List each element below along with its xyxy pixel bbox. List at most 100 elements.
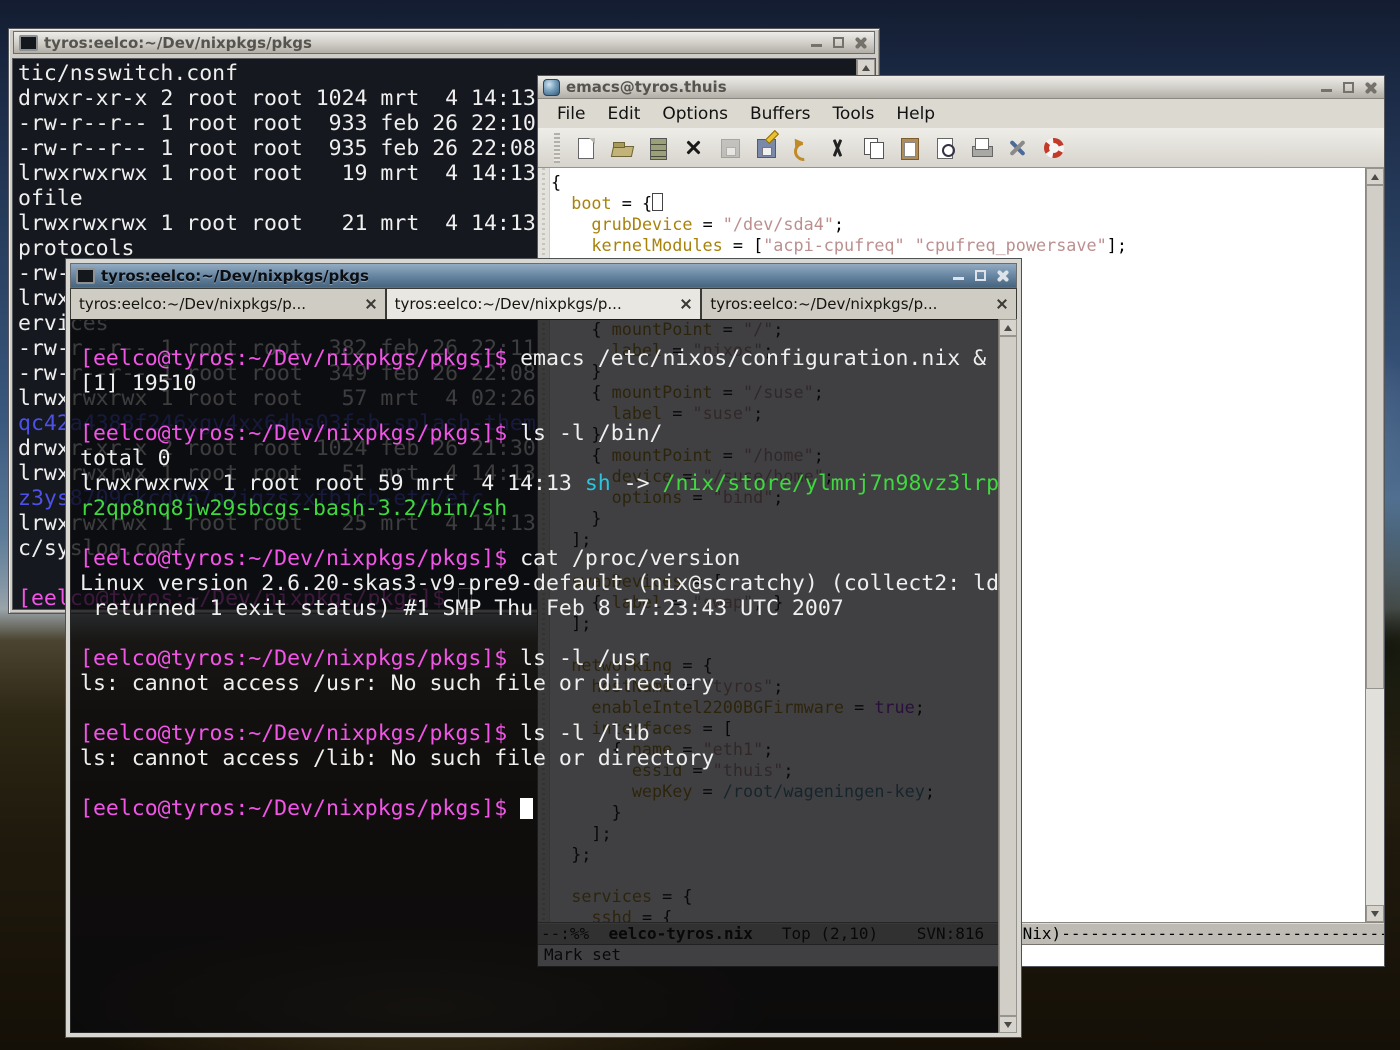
text-segment: ls: cannot access /usr: No such file or … bbox=[80, 671, 714, 696]
open-file-icon[interactable] bbox=[610, 136, 634, 160]
fg-terminal-title: tyros:eelco:~/Dev/nixpkgs/pkgs bbox=[101, 267, 945, 285]
text-segment: [eelco@tyros:~/Dev/nixpkgs/pkgs]$ bbox=[80, 646, 520, 671]
scrollbar-thumb[interactable] bbox=[1366, 185, 1384, 689]
scrollbar-track[interactable] bbox=[1366, 185, 1384, 905]
terminal-line: ls: cannot access /usr: No such file or … bbox=[80, 671, 998, 696]
scroll-up-button[interactable] bbox=[1366, 168, 1384, 185]
terminal-line: { bbox=[551, 172, 1365, 193]
minimize-button[interactable] bbox=[951, 269, 967, 282]
text-segment: lrwxrwxrwx 1 root root 21 mrt 4 14:13 bbox=[18, 211, 536, 236]
arrow-down-icon bbox=[1004, 1022, 1012, 1028]
terminal-line bbox=[80, 621, 998, 646]
help-icon[interactable] bbox=[1042, 136, 1066, 160]
emacs-menubar: FileEditOptionsBuffersToolsHelp bbox=[538, 99, 1384, 128]
text-segment: Linux version 2.6.20-skas3-v9-pre9-defau… bbox=[80, 571, 998, 596]
new-file-icon[interactable] bbox=[574, 136, 598, 160]
maximize-button[interactable] bbox=[831, 36, 847, 49]
text-segment: [eelco@tyros:~/Dev/nixpkgs/pkgs]$ bbox=[80, 346, 520, 371]
emacs-scrollbar[interactable] bbox=[1365, 168, 1384, 922]
scroll-up-button[interactable] bbox=[857, 59, 875, 76]
text-segment: -rw-r--r-- 1 root root 935 feb 26 22:08 bbox=[18, 136, 536, 161]
scroll-down-button[interactable] bbox=[999, 1016, 1017, 1033]
text-segment: "cpufreq_powersave" bbox=[915, 235, 1107, 255]
text-segment bbox=[551, 214, 591, 234]
fg-terminal-lines[interactable]: [eelco@tyros:~/Dev/nixpkgs/pkgs]$ emacs … bbox=[70, 319, 998, 1033]
scroll-up-button[interactable] bbox=[999, 319, 1017, 336]
terminal-line: boot = { bbox=[551, 193, 1365, 214]
terminal-icon[interactable] bbox=[76, 268, 95, 284]
maximize-button[interactable] bbox=[973, 269, 989, 282]
terminal-tab-1[interactable]: tyros:eelco:~/Dev/nixpkgs/p... bbox=[70, 288, 386, 319]
text-segment: -rw-r--r-- 1 root root 933 feb 26 22:10 bbox=[18, 111, 536, 136]
emacs-icon[interactable] bbox=[543, 79, 560, 96]
menu-help[interactable]: Help bbox=[885, 101, 946, 127]
dired-icon[interactable] bbox=[646, 136, 670, 160]
preferences-icon[interactable] bbox=[1006, 136, 1030, 160]
text-segment: ofile bbox=[18, 186, 83, 211]
emacs-toolbar bbox=[538, 128, 1384, 168]
search-icon[interactable] bbox=[934, 136, 958, 160]
terminal-line bbox=[80, 521, 998, 546]
text-segment: [eelco@tyros:~/Dev/nixpkgs/pkgs]$ bbox=[80, 721, 520, 746]
menu-buffers[interactable]: Buffers bbox=[739, 101, 821, 127]
terminal-line bbox=[80, 696, 998, 721]
text-segment: [eelco@tyros:~/Dev/nixpkgs/pkgs]$ bbox=[80, 796, 520, 821]
text-segment: cat /proc/version bbox=[520, 546, 740, 571]
text-segment: sh bbox=[585, 471, 611, 496]
close-button[interactable] bbox=[995, 269, 1011, 282]
text-segment: lrwxrwxrwx 1 root root 19 mrt 4 14:13 bbox=[18, 161, 536, 186]
text-segment: { bbox=[551, 172, 561, 192]
save-icon[interactable] bbox=[718, 136, 742, 160]
undo-icon[interactable] bbox=[790, 136, 814, 160]
text-segment bbox=[551, 235, 591, 255]
emacs-title: emacs@tyros.thuis bbox=[566, 78, 1313, 96]
terminal-tab-3[interactable]: tyros:eelco:~/Dev/nixpkgs/p... bbox=[701, 288, 1017, 319]
minimize-button[interactable] bbox=[809, 36, 825, 49]
tab-close-icon[interactable] bbox=[996, 298, 1008, 310]
scroll-down-button[interactable] bbox=[1366, 905, 1384, 922]
print-icon[interactable] bbox=[970, 136, 994, 160]
arrow-up-icon bbox=[1004, 325, 1012, 331]
text-segment: /nix/store/ylmnj7n98vz3lrp bbox=[663, 471, 999, 496]
close-buffer-icon[interactable] bbox=[682, 136, 706, 160]
text-segment: [eelco@tyros:~/Dev/nixpkgs/pkgs]$ bbox=[80, 421, 520, 446]
save-as-icon[interactable] bbox=[754, 136, 778, 160]
text-cursor bbox=[520, 798, 533, 819]
text-segment: [eelco@tyros:~/Dev/nixpkgs/pkgs]$ bbox=[80, 546, 520, 571]
close-button[interactable] bbox=[1363, 81, 1379, 94]
bg-terminal-titlebar[interactable]: tyros:eelco:~/Dev/nixpkgs/pkgs bbox=[13, 31, 875, 54]
cut-icon[interactable] bbox=[826, 136, 850, 160]
tab-close-icon[interactable] bbox=[680, 298, 692, 310]
close-button[interactable] bbox=[853, 36, 869, 49]
tab-label: tyros:eelco:~/Dev/nixpkgs/p... bbox=[710, 295, 990, 313]
text-segment: r2qp8nq8jw29sbcgs-bash-3.2/bin/sh bbox=[80, 496, 507, 521]
menu-edit[interactable]: Edit bbox=[596, 101, 651, 127]
emacs-titlebar[interactable]: emacs@tyros.thuis bbox=[538, 76, 1384, 99]
text-segment: -> bbox=[611, 471, 663, 496]
minimize-button[interactable] bbox=[1319, 81, 1335, 94]
text-segment: lrwxrwxrwx 1 root root 59 mrt 4 14:13 bbox=[80, 471, 585, 496]
bg-terminal-title: tyros:eelco:~/Dev/nixpkgs/pkgs bbox=[44, 34, 803, 52]
scrollbar-thumb[interactable] bbox=[999, 336, 1017, 1016]
fg-terminal-content: [eelco@tyros:~/Dev/nixpkgs/pkgs]$ emacs … bbox=[70, 319, 1017, 1033]
fg-terminal-titlebar[interactable]: tyros:eelco:~/Dev/nixpkgs/pkgs bbox=[70, 263, 1017, 288]
terminal-line: [eelco@tyros:~/Dev/nixpkgs/pkgs]$ cat /p… bbox=[80, 546, 998, 571]
menu-tools[interactable]: Tools bbox=[821, 101, 885, 127]
text-segment: ls -l /bin/ bbox=[520, 421, 662, 446]
arrow-down-icon bbox=[1371, 911, 1379, 917]
copy-icon[interactable] bbox=[862, 136, 886, 160]
tab-close-icon[interactable] bbox=[365, 298, 377, 310]
paste-icon[interactable] bbox=[898, 136, 922, 160]
pencil-icon bbox=[765, 129, 779, 143]
menu-options[interactable]: Options bbox=[651, 101, 739, 127]
menu-file[interactable]: File bbox=[546, 101, 596, 127]
arrow-up-icon bbox=[1371, 174, 1379, 180]
terminal-line: Linux version 2.6.20-skas3-v9-pre9-defau… bbox=[80, 571, 998, 596]
terminal-tab-2[interactable]: tyros:eelco:~/Dev/nixpkgs/p... bbox=[386, 288, 702, 319]
scrollbar-track[interactable] bbox=[999, 336, 1017, 1016]
fg-terminal-scrollbar[interactable] bbox=[998, 319, 1017, 1033]
maximize-button[interactable] bbox=[1341, 81, 1357, 94]
arrow-up-icon bbox=[862, 65, 870, 71]
terminal-icon[interactable] bbox=[19, 35, 38, 51]
tab-label: tyros:eelco:~/Dev/nixpkgs/p... bbox=[395, 295, 675, 313]
